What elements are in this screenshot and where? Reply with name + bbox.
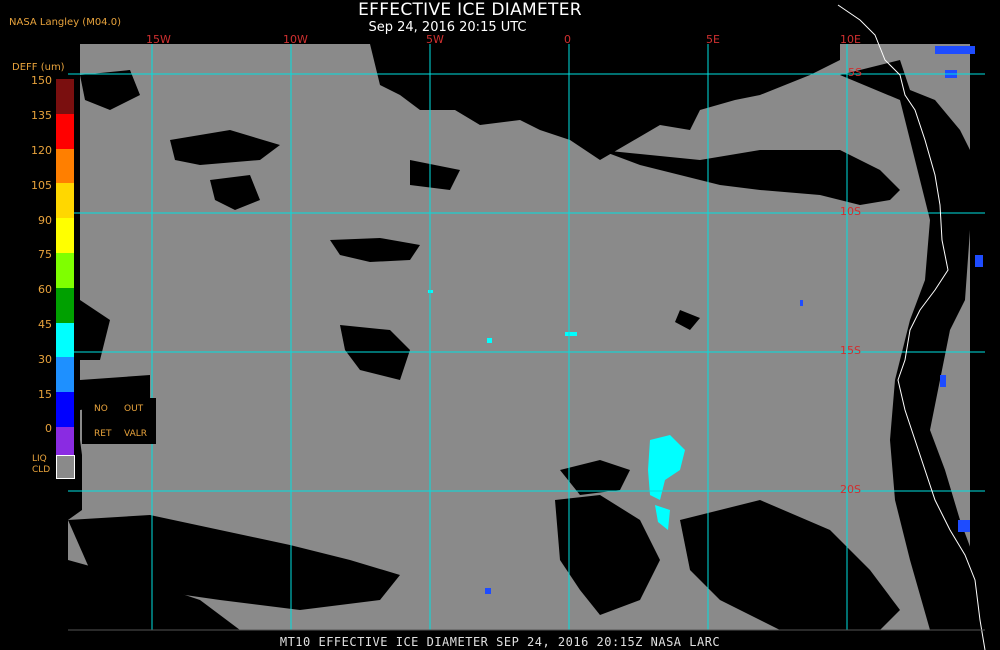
color-scale-segment: [56, 357, 74, 393]
no-retrieval-legend: NO RET OUT VALR: [82, 398, 156, 444]
map-title: EFFECTIVE ICE DIAMETER: [358, 0, 582, 20]
liquid-cloud-swatch: [56, 455, 75, 479]
scale-tick: 15: [38, 388, 52, 401]
scale-tick: 150: [31, 74, 52, 87]
lat-label: 5S: [848, 66, 862, 79]
lon-label: 10E: [840, 33, 861, 46]
color-scale-segment: [56, 183, 74, 219]
lon-label: 0: [564, 33, 571, 46]
scale-tick: 0: [45, 422, 52, 435]
color-scale-segment: [56, 252, 74, 288]
lat-label: 15S: [840, 344, 861, 357]
out-valr-label: VALR: [124, 429, 148, 439]
color-scale-segment: [56, 322, 74, 358]
footer-caption: MT10 EFFECTIVE ICE DIAMETER SEP 24, 2016…: [279, 635, 721, 649]
map-timestamp: Sep 24, 2016 20:15 UTC: [368, 20, 527, 35]
lon-label: 10W: [283, 33, 308, 46]
color-scale-segment: [56, 79, 74, 114]
no-ret-label: RET: [94, 429, 112, 439]
scale-tick: 120: [31, 144, 52, 157]
color-scale-segment: [56, 218, 74, 253]
scale-tick: 75: [38, 248, 52, 261]
scale-tick: 90: [38, 214, 52, 227]
color-scale-segment: [56, 287, 74, 323]
lon-label: 5E: [706, 33, 720, 46]
color-scale-segment: [56, 148, 74, 184]
scale-tick: 60: [38, 283, 52, 296]
liq-label: LIQ: [32, 454, 47, 464]
lon-label: 5W: [426, 33, 444, 46]
scale-tick: 135: [31, 109, 52, 122]
color-scale-segment: [56, 392, 74, 427]
legend-title: DEFF (um): [12, 62, 65, 73]
liquid-cloud-label: LIQ CLD: [32, 454, 50, 476]
scale-tick: 45: [38, 318, 52, 331]
out-valr-label: OUT: [124, 404, 144, 414]
color-scale-segment: [56, 113, 74, 149]
scale-tick: 30: [38, 353, 52, 366]
color-scale-bar: [56, 79, 74, 462]
scale-tick: 105: [31, 179, 52, 192]
satellite-map: [68, 4, 986, 650]
lat-label: 20S: [840, 483, 861, 496]
lon-label: 15W: [146, 33, 171, 46]
lat-label: 10S: [840, 205, 861, 218]
no-ret-label: NO: [94, 404, 108, 414]
cld-label: CLD: [32, 465, 51, 475]
